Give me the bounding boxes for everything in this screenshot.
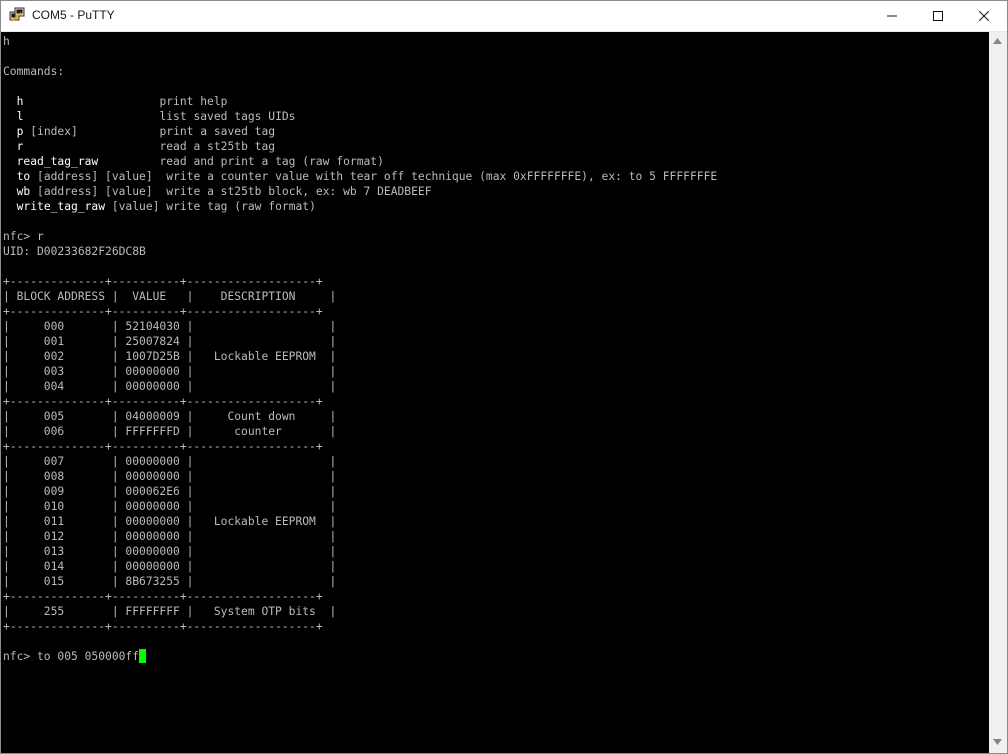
terminal-line: | 011 | 00000000 | Lockable EEPROM | xyxy=(3,515,337,528)
terminal-line: +--------------+----------+-------------… xyxy=(3,395,323,408)
command-padding xyxy=(153,185,167,198)
terminal-line: UID: D00233682F26DC8B xyxy=(3,245,146,258)
minimize-button[interactable] xyxy=(869,1,915,31)
text-cursor xyxy=(139,649,147,663)
terminal-line: +--------------+----------+-------------… xyxy=(3,590,323,603)
command-help-line: to [address] [value] write a counter val… xyxy=(3,169,718,184)
terminal-line: +--------------+----------+-------------… xyxy=(3,620,323,633)
scroll-up-icon[interactable] xyxy=(993,38,1002,44)
terminal-line: | 010 | 00000000 | | xyxy=(3,500,337,513)
maximize-icon xyxy=(933,11,943,21)
command-description: list saved tags UIDs xyxy=(159,110,296,123)
terminal-line: | 014 | 00000000 | | xyxy=(3,560,337,573)
title-bar[interactable]: COM5 - PuTTY xyxy=(1,1,1007,32)
putty-icon[interactable] xyxy=(9,7,25,23)
command-help-line: r read a st25tb tag xyxy=(3,139,275,154)
terminal-line: | 003 | 00000000 | | xyxy=(3,365,337,378)
command-help-line: wb [address] [value] write a st25tb bloc… xyxy=(3,184,432,199)
terminal-line: | 006 | FFFFFFFD | counter | xyxy=(3,425,337,438)
command-help-line: p [index] print a saved tag xyxy=(3,124,275,139)
command-args: [address] [value] xyxy=(30,185,153,198)
command-padding xyxy=(23,140,159,153)
terminal-line: | 001 | 25007824 | | xyxy=(3,335,337,348)
command-help-line: h print help xyxy=(3,94,228,109)
close-button[interactable] xyxy=(961,1,1007,31)
terminal-line: | 009 | 000062E6 | | xyxy=(3,485,337,498)
terminal-line: h xyxy=(3,35,10,48)
command-padding xyxy=(153,170,167,183)
command-padding xyxy=(23,95,159,108)
command-args: [value] xyxy=(105,200,160,213)
vertical-scrollbar[interactable] xyxy=(989,32,1007,753)
command-description: read a st25tb tag xyxy=(159,140,276,153)
terminal-line: | 007 | 00000000 | | xyxy=(3,455,337,468)
terminal-line: +--------------+----------+-------------… xyxy=(3,275,323,288)
window-title: COM5 - PuTTY xyxy=(32,8,115,22)
terminal-line: | 012 | 00000000 | | xyxy=(3,530,337,543)
command-description: print a saved tag xyxy=(159,125,276,138)
terminal-line: | 004 | 00000000 | | xyxy=(3,380,337,393)
command-description: write tag (raw format) xyxy=(166,200,316,213)
maximize-button[interactable] xyxy=(915,1,961,31)
command-name: read_tag_raw xyxy=(16,155,99,168)
prompt-line: nfc> to 005 050000ff xyxy=(3,649,147,664)
command-padding xyxy=(78,125,160,138)
terminal-line: nfc> r xyxy=(3,230,44,243)
terminal-line: | 002 | 1007D25B | Lockable EEPROM | xyxy=(3,350,337,363)
terminal-line: | 005 | 04000009 | Count down | xyxy=(3,410,337,423)
command-description: print help xyxy=(159,95,228,108)
close-icon xyxy=(979,11,989,21)
prompt-text: nfc> to 005 050000ff xyxy=(3,650,140,663)
terminal-line: | 013 | 00000000 | | xyxy=(3,545,337,558)
terminal-line: | BLOCK ADDRESS | VALUE | DESCRIPTION | xyxy=(3,290,337,303)
command-padding xyxy=(98,155,159,168)
command-help-line: l list saved tags UIDs xyxy=(3,109,296,124)
terminal-line: Commands: xyxy=(3,65,65,78)
command-description: write a counter value with tear off tech… xyxy=(166,170,718,183)
terminal-output[interactable]: h Commands: h print help l list saved tag… xyxy=(1,32,989,753)
terminal-line: | 008 | 00000000 | | xyxy=(3,470,337,483)
command-help-line: read_tag_raw read and print a tag (raw f… xyxy=(3,154,384,169)
command-padding xyxy=(23,110,159,123)
command-args: [address] [value] xyxy=(30,170,153,183)
command-help-line: write_tag_raw [value] write tag (raw for… xyxy=(3,199,316,214)
terminal-line: | 255 | FFFFFFFF | System OTP bits | xyxy=(3,605,337,618)
terminal-line: | 000 | 52104030 | | xyxy=(3,320,337,333)
command-name: write_tag_raw xyxy=(16,200,106,213)
scroll-down-icon[interactable] xyxy=(993,739,1002,745)
command-description: read and print a tag (raw format) xyxy=(159,155,384,168)
command-description: write a st25tb block, ex: wb 7 DEADBEEF xyxy=(166,185,432,198)
command-name: wb xyxy=(16,185,31,198)
terminal-line: | 015 | 8B673255 | | xyxy=(3,575,337,588)
command-args: [index] xyxy=(23,125,78,138)
terminal-line: +--------------+----------+-------------… xyxy=(3,305,323,318)
command-name: to xyxy=(16,170,31,183)
terminal-line: +--------------+----------+-------------… xyxy=(3,440,323,453)
putty-window: COM5 - PuTTY h Commands: h print help l l… xyxy=(0,0,1008,754)
minimize-icon xyxy=(887,15,897,17)
